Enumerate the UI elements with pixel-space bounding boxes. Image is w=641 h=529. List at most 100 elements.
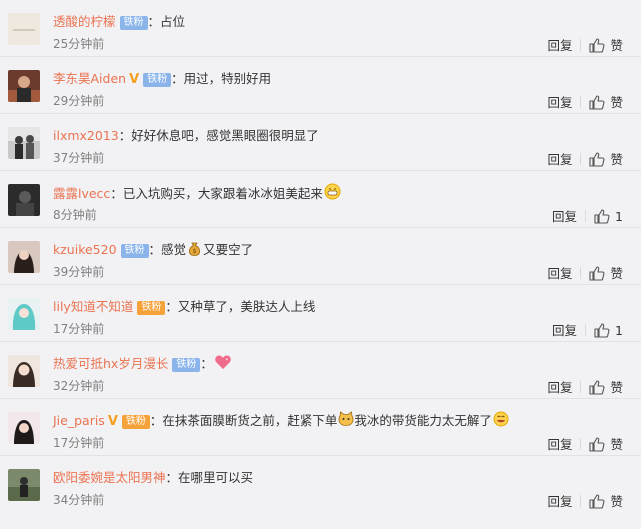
like-label: 赞 bbox=[610, 95, 623, 110]
like-button[interactable]: 赞 bbox=[589, 35, 623, 54]
timestamp: 37分钟前 bbox=[53, 151, 105, 165]
avatar[interactable] bbox=[8, 241, 40, 273]
divider bbox=[580, 438, 582, 450]
avatar[interactable] bbox=[8, 184, 40, 216]
comment-actions: 回复 赞 bbox=[547, 263, 623, 282]
gold-fan-badge: 铁粉 bbox=[121, 415, 150, 429]
reply-button[interactable]: 回复 bbox=[547, 149, 572, 168]
comment-row: lily知道不知道 铁粉 ：又种草了，美肤达人上线 17分钟前 回复 1 bbox=[0, 285, 641, 342]
comment-row: 露露lvecc：已入坑购买，大家跟着冰冰姐美起来 8分钟前 回复 1 bbox=[0, 171, 641, 228]
username[interactable]: 露露lvecc bbox=[53, 186, 110, 201]
avatar[interactable] bbox=[8, 70, 40, 102]
like-count: 1 bbox=[615, 209, 623, 224]
verified-v-icon: V bbox=[107, 414, 118, 429]
comment-row: 李东昊Aiden V 铁粉 ：用过，特别好用 29分钟前 回复 赞 bbox=[0, 57, 641, 114]
divider bbox=[585, 210, 587, 222]
thumbs-up-icon bbox=[589, 266, 605, 281]
thumbs-up-icon bbox=[589, 152, 605, 167]
comment-actions: 回复 1 bbox=[552, 206, 623, 225]
thumbs-up-icon bbox=[589, 494, 605, 509]
money-bag-emoji-icon: $ bbox=[187, 241, 202, 256]
reply-button[interactable]: 回复 bbox=[552, 206, 577, 225]
comment-row: Jie_paris V 铁粉 ：在抹茶面膜断货之前，赶紧下单 我冰的带货能力太无解了 1… bbox=[0, 399, 641, 456]
comment-actions: 回复 赞 bbox=[547, 35, 623, 54]
comment-line: 透酸的柠檬 铁粉 ：占位 bbox=[53, 12, 185, 32]
comment-actions: 回复 赞 bbox=[547, 377, 623, 396]
username[interactable]: kzuike520 bbox=[53, 242, 117, 257]
comment-actions: 回复 赞 bbox=[547, 149, 623, 168]
reply-button[interactable]: 回复 bbox=[547, 92, 572, 111]
reply-button[interactable]: 回复 bbox=[547, 434, 572, 453]
like-button[interactable]: 赞 bbox=[589, 434, 623, 453]
username[interactable]: ilxmx2013 bbox=[53, 128, 119, 143]
comment-row: ilxmx2013：好好休息吧，感觉黑眼圈很明显了 37分钟前 回复 赞 bbox=[0, 114, 641, 171]
comment-line: 欧阳委婉是太阳男神：在哪里可以买 bbox=[53, 468, 253, 488]
timestamp: 32分钟前 bbox=[53, 379, 105, 393]
comment-line: ilxmx2013：好好休息吧，感觉黑眼圈很明显了 bbox=[53, 126, 319, 146]
comment-text: ：在哪里可以买 bbox=[165, 470, 254, 485]
reply-button[interactable]: 回复 bbox=[547, 377, 572, 396]
avatar[interactable]: ﾠ bbox=[8, 13, 40, 45]
comment-actions: 回复 赞 bbox=[547, 491, 623, 510]
like-label: 赞 bbox=[610, 437, 623, 452]
comment-line: Jie_paris V 铁粉 ：在抹茶面膜断货之前，赶紧下单 我冰的带货能力太无解了 bbox=[53, 411, 509, 431]
like-button[interactable]: 赞 bbox=[589, 377, 623, 396]
reply-button[interactable]: 回复 bbox=[547, 491, 572, 510]
divider bbox=[580, 381, 582, 393]
like-button[interactable]: 赞 bbox=[589, 263, 623, 282]
like-label: 赞 bbox=[610, 266, 623, 281]
comment-line: lily知道不知道 铁粉 ：又种草了，美肤达人上线 bbox=[53, 297, 315, 317]
comment-list: ﾠ 透酸的柠檬铁粉：占位 25分钟前 回复赞 李东昊AidenV铁粉：用过，特别… bbox=[0, 0, 641, 529]
fan-badge: 铁粉 bbox=[119, 16, 148, 30]
verified-v-icon: V bbox=[129, 72, 140, 87]
timestamp: 8分钟前 bbox=[53, 208, 97, 222]
reply-button[interactable]: 回复 bbox=[547, 263, 572, 282]
username[interactable]: 透酸的柠檬 bbox=[53, 14, 116, 29]
like-label: 赞 bbox=[610, 380, 623, 395]
divider bbox=[585, 324, 587, 336]
thumbs-up-icon bbox=[589, 380, 605, 395]
comment-actions: 回复 赞 bbox=[547, 434, 623, 453]
avatar[interactable] bbox=[8, 412, 40, 444]
divider bbox=[580, 39, 582, 51]
comment-text: ：感觉 bbox=[148, 242, 187, 257]
like-button[interactable]: 1 bbox=[594, 323, 623, 338]
grin-emoji-icon bbox=[324, 183, 341, 200]
username[interactable]: 李东昊Aiden bbox=[53, 71, 126, 86]
like-label: 赞 bbox=[610, 152, 623, 167]
username[interactable]: 欧阳委婉是太阳男神 bbox=[53, 470, 166, 485]
comment-text: ：已入坑购买，大家跟着冰冰姐美起来 bbox=[110, 186, 323, 201]
like-label: 赞 bbox=[610, 38, 623, 53]
avatar[interactable] bbox=[8, 469, 40, 501]
comment-line: kzuike520 铁粉 ：感觉 $ 又要空了 bbox=[53, 240, 253, 260]
thumbs-up-icon bbox=[589, 38, 605, 53]
like-button[interactable]: 赞 bbox=[589, 491, 623, 510]
fan-badge: 铁粉 bbox=[172, 358, 201, 372]
like-button[interactable]: 1 bbox=[594, 209, 623, 224]
thumbs-up-icon bbox=[589, 95, 605, 110]
timestamp: 25分钟前 bbox=[53, 37, 105, 51]
reply-button[interactable]: 回复 bbox=[547, 35, 572, 54]
like-button[interactable]: 赞 bbox=[589, 149, 623, 168]
timestamp: 17分钟前 bbox=[53, 436, 105, 450]
username[interactable]: Jie_paris bbox=[53, 413, 105, 428]
username[interactable]: 热爱可抵hx岁月漫长 bbox=[53, 356, 168, 371]
reply-button[interactable]: 回复 bbox=[552, 320, 577, 339]
comment-line: 热爱可抵hx岁月漫长 铁粉： bbox=[53, 354, 231, 374]
avatar[interactable] bbox=[8, 127, 40, 159]
comment-text-continued: 我冰的带货能力太无解了 bbox=[354, 413, 492, 428]
comment-text: ：好好休息吧，感觉黑眼圈很明显了 bbox=[118, 128, 319, 143]
svg-text:$: $ bbox=[193, 248, 197, 255]
avatar[interactable] bbox=[8, 298, 40, 330]
divider bbox=[580, 495, 582, 507]
like-label: 赞 bbox=[610, 494, 623, 509]
avatar[interactable] bbox=[8, 355, 40, 387]
like-button[interactable]: 赞 bbox=[589, 92, 623, 111]
comment-text: ：又种草了，美肤达人上线 bbox=[165, 299, 316, 314]
username[interactable]: lily知道不知道 bbox=[53, 299, 133, 314]
laugh-emoji-icon bbox=[493, 411, 509, 427]
timestamp: 34分钟前 bbox=[53, 493, 105, 507]
comment-row: ﾠ 透酸的柠檬铁粉：占位 25分钟前 回复 赞 bbox=[0, 0, 641, 57]
comment-actions: 回复 赞 bbox=[547, 92, 623, 111]
like-count: 1 bbox=[615, 323, 623, 338]
